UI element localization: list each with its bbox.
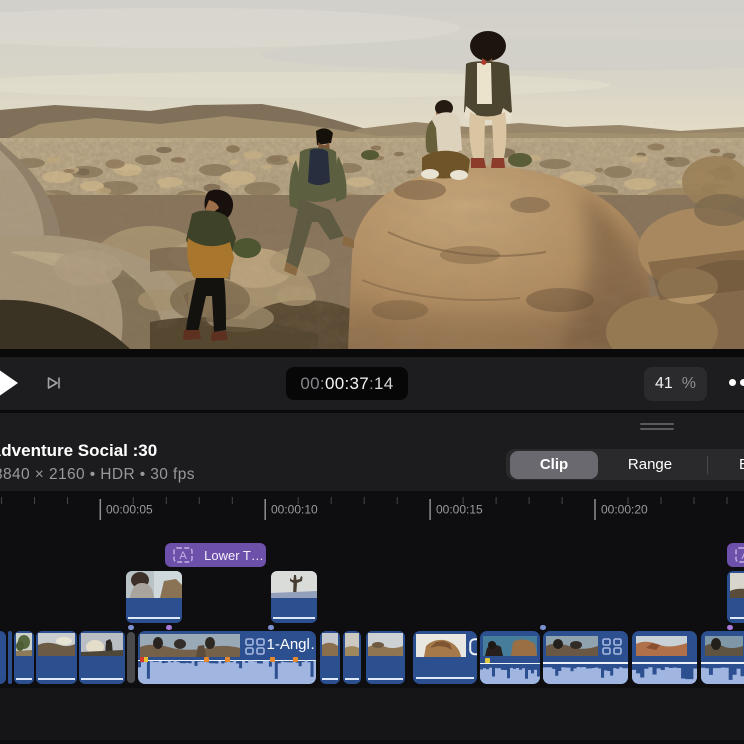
svg-text:00:00:15: 00:00:15 (436, 503, 483, 517)
svg-text:00:00:10: 00:00:10 (271, 503, 318, 517)
svg-text:00:00:20: 00:00:20 (601, 503, 648, 517)
svg-text:00:00:05: 00:00:05 (106, 503, 153, 517)
svg-text:A: A (179, 550, 187, 562)
